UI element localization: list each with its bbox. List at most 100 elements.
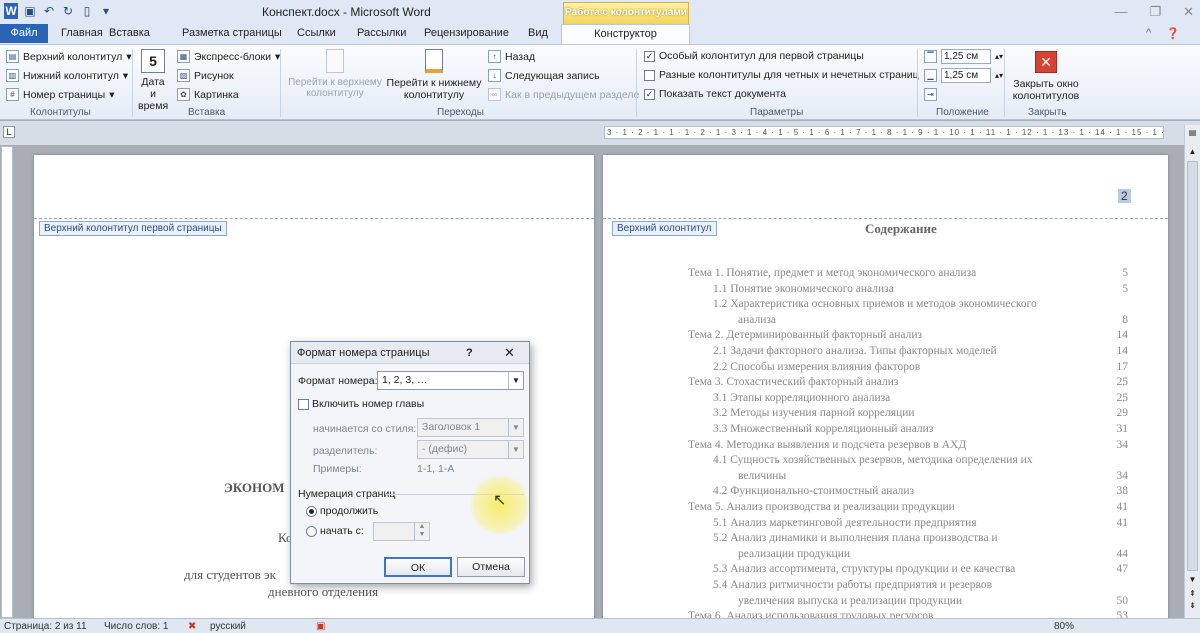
toc-entry[interactable]: 3.1 Этапы корреляционного анализа [713, 392, 890, 404]
restore-icon[interactable]: ❐ [1149, 4, 1161, 20]
chevron-down-icon[interactable]: ▼ [508, 441, 523, 458]
page-number-button[interactable]: # Номер страницы ▾ [6, 88, 114, 101]
zoom-level[interactable]: 80% [1054, 621, 1074, 632]
separator-select[interactable]: - (дефис) ▼ [417, 440, 524, 459]
insert-alignment-tab-button[interactable]: ⇥ [924, 88, 937, 101]
include-chapter-checkbox[interactable]: Включить номер главы [298, 398, 424, 410]
language-status[interactable]: русский [210, 621, 246, 632]
toc-entry[interactable]: 1.2 Характеристика основных приемов и ме… [713, 298, 1037, 310]
toc-entry[interactable]: 5.2 Анализ динамики и выполнения плана п… [713, 532, 998, 544]
spinner-icon[interactable]: ▲ ▼ [414, 523, 429, 540]
tab-review[interactable]: Рецензирование [424, 27, 509, 39]
toc-entry[interactable]: 3.2 Методы изучения парной корреляции [713, 407, 915, 419]
scroll-up-icon[interactable]: ▲ [1187, 147, 1198, 157]
close-window-icon[interactable]: ✕ [1183, 4, 1194, 20]
ok-button[interactable]: ОК [384, 557, 452, 577]
next-page-icon[interactable]: ⇟ [1187, 601, 1198, 611]
horizontal-ruler[interactable]: 3 · 1 · 2 · 1 · 1 · 1 · 2 · 1 · 3 · 1 · … [604, 126, 1164, 139]
chevron-down-icon[interactable]: ▼ [508, 419, 523, 436]
minimize-icon[interactable]: — [1114, 4, 1127, 20]
toc-entry[interactable]: величины [738, 470, 786, 482]
go-to-footer-button[interactable]: Перейти к нижнему колонтитулу [386, 49, 482, 101]
toc-entry[interactable]: 3.3 Множественный корреляционный анализ [713, 423, 933, 435]
word-count-status[interactable]: Число слов: 1 [104, 621, 168, 632]
spinner-icon[interactable]: ▴▾ [995, 71, 1003, 80]
clipart-button[interactable]: ✿ Картинка [177, 88, 239, 101]
tab-design[interactable]: Конструктор [561, 24, 690, 45]
tab-page-layout[interactable]: Разметка страницы [182, 27, 282, 39]
vertical-ruler[interactable] [1, 146, 13, 618]
page-count-status[interactable]: Страница: 2 из 11 [4, 621, 87, 632]
ruler-toggle-icon[interactable]: ▤ [1187, 128, 1198, 140]
chevron-down-icon[interactable]: ▼ [508, 372, 523, 389]
tab-mailings[interactable]: Рассылки [357, 27, 406, 39]
picture-button[interactable]: ▨ Рисунок [177, 69, 234, 82]
toc-entry[interactable]: 5.3 Анализ ассортимента, структуры проду… [713, 563, 1015, 575]
toc-entry[interactable]: 2.1 Задачи факторного анализа. Типы факт… [713, 345, 997, 357]
footer-button[interactable]: ▥ Нижний колонтитул ▾ [6, 69, 128, 82]
toc-entry[interactable]: Тема 3. Стохастический факторный анализ [688, 376, 898, 388]
header-position-icon: ▔ [924, 50, 937, 63]
customize-toolbar-icon[interactable]: ▾ [99, 3, 113, 19]
save-icon[interactable]: ▣ [23, 3, 37, 19]
show-text-checkbox[interactable]: ✓ Показать текст документа [644, 88, 786, 100]
start-at-radio[interactable]: начать с: [306, 525, 364, 537]
tab-view[interactable]: Вид [528, 27, 548, 39]
toc-entry[interactable]: 4.2 Функционально-стоимостный анализ [713, 485, 914, 497]
continue-radio[interactable]: продолжить [306, 505, 378, 517]
cancel-button[interactable]: Отмена [457, 557, 525, 577]
express-blocks-button[interactable]: ▦ Экспресс-блоки ▾ [177, 50, 280, 63]
format-select[interactable]: 1, 2, 3, … ▼ [377, 371, 524, 390]
toc-entry[interactable]: 2.2 Способы измерения влияния факторов [713, 361, 920, 373]
proofing-icon[interactable]: ✖ [188, 621, 196, 632]
dialog-close-button[interactable]: ✕ [504, 345, 515, 361]
scroll-down-icon[interactable]: ▼ [1187, 575, 1198, 585]
toc-entry[interactable]: 1.1 Понятие экономического анализа [713, 283, 894, 295]
date-time-button[interactable]: 5 Дата и время [138, 49, 168, 112]
collapse-ribbon-icon[interactable]: ^ [1146, 27, 1151, 39]
toc-entry[interactable]: 5.4 Анализ ритмичности работы предприяти… [713, 579, 992, 591]
page-number-icon: # [6, 88, 19, 101]
previous-page-icon[interactable]: ⇞ [1187, 589, 1198, 599]
toc-entry[interactable]: анализа [738, 314, 776, 326]
word-icon[interactable]: W [4, 3, 18, 19]
redo-icon[interactable]: ↻ [61, 3, 75, 19]
go-to-header-button[interactable]: Перейти к верхнему колонтитулу [286, 49, 384, 99]
toc-entry[interactable]: 5.1 Анализ маркетинговой деятельности пр… [713, 517, 977, 529]
starts-with-select[interactable]: Заголовок 1 ▼ [417, 418, 524, 437]
document-page-2[interactable]: 2 Верхний колонтитул Содержание Тема 1. … [603, 155, 1168, 625]
tab-insert[interactable]: Вставка [109, 27, 150, 39]
toc-entry[interactable]: увеличения выпуска и реализации продукци… [738, 595, 962, 607]
link-to-previous-button[interactable]: ∞ Как в предыдущем разделе [488, 88, 639, 101]
vertical-scrollbar[interactable]: ▤ ▲ ▼ ⇞ ⇟ [1184, 125, 1200, 618]
page-number-field[interactable]: 2 [1118, 189, 1131, 203]
tab-file[interactable]: Файл [0, 24, 48, 43]
undo-icon[interactable]: ↶ [42, 3, 56, 19]
next-record-button[interactable]: ↓ Следующая запись [488, 69, 600, 82]
toc-entry[interactable]: Тема 5. Анализ производства и реализации… [688, 501, 955, 513]
toc-entry[interactable]: Тема 4. Методика выявления и подсчета ре… [688, 439, 966, 451]
help-icon[interactable]: ❓ [1166, 27, 1180, 40]
header-button[interactable]: ▤ Верхний колонтитул ▾ [6, 50, 132, 63]
toc-entry[interactable]: 4.1 Сущность хозяйственных резервов, мет… [713, 454, 1033, 466]
tab-references[interactable]: Ссылки [297, 27, 336, 39]
help-button[interactable]: ? [466, 347, 473, 359]
toc-page-number: 14 [1116, 329, 1129, 342]
toc-entry[interactable]: Тема 2. Детерминированный факторный анал… [688, 329, 922, 341]
numbering-group-label: Нумерация страниц [298, 488, 396, 500]
start-at-field[interactable]: ▲ ▼ [373, 522, 430, 541]
first-page-checkbox[interactable]: ✓ Особый колонтитул для первой страницы [644, 50, 864, 62]
odd-even-checkbox[interactable]: Разные колонтитулы для четных и нечетных… [644, 69, 919, 81]
spinner-icon[interactable]: ▴▾ [995, 52, 1003, 61]
header-position-field[interactable]: ▔ 1,25 см ▴▾ [924, 49, 1003, 64]
toc-entry[interactable]: реализации продукции [738, 548, 850, 560]
tab-home[interactable]: Главная [61, 27, 103, 39]
macro-icon[interactable]: ▣ [316, 621, 325, 632]
previous-button[interactable]: ↑ Назад [488, 50, 535, 63]
footer-position-field[interactable]: ▁ 1,25 см ▴▾ [924, 68, 1003, 83]
close-header-footer-button[interactable]: ✕ Закрыть окно колонтитулов [1008, 51, 1084, 102]
new-document-icon[interactable]: ▯ [80, 3, 94, 19]
toc-entry[interactable]: Тема 1. Понятие, предмет и метод экономи… [688, 267, 976, 279]
scroll-thumb[interactable] [1187, 161, 1198, 571]
tab-selector-icon[interactable]: L [3, 126, 15, 138]
